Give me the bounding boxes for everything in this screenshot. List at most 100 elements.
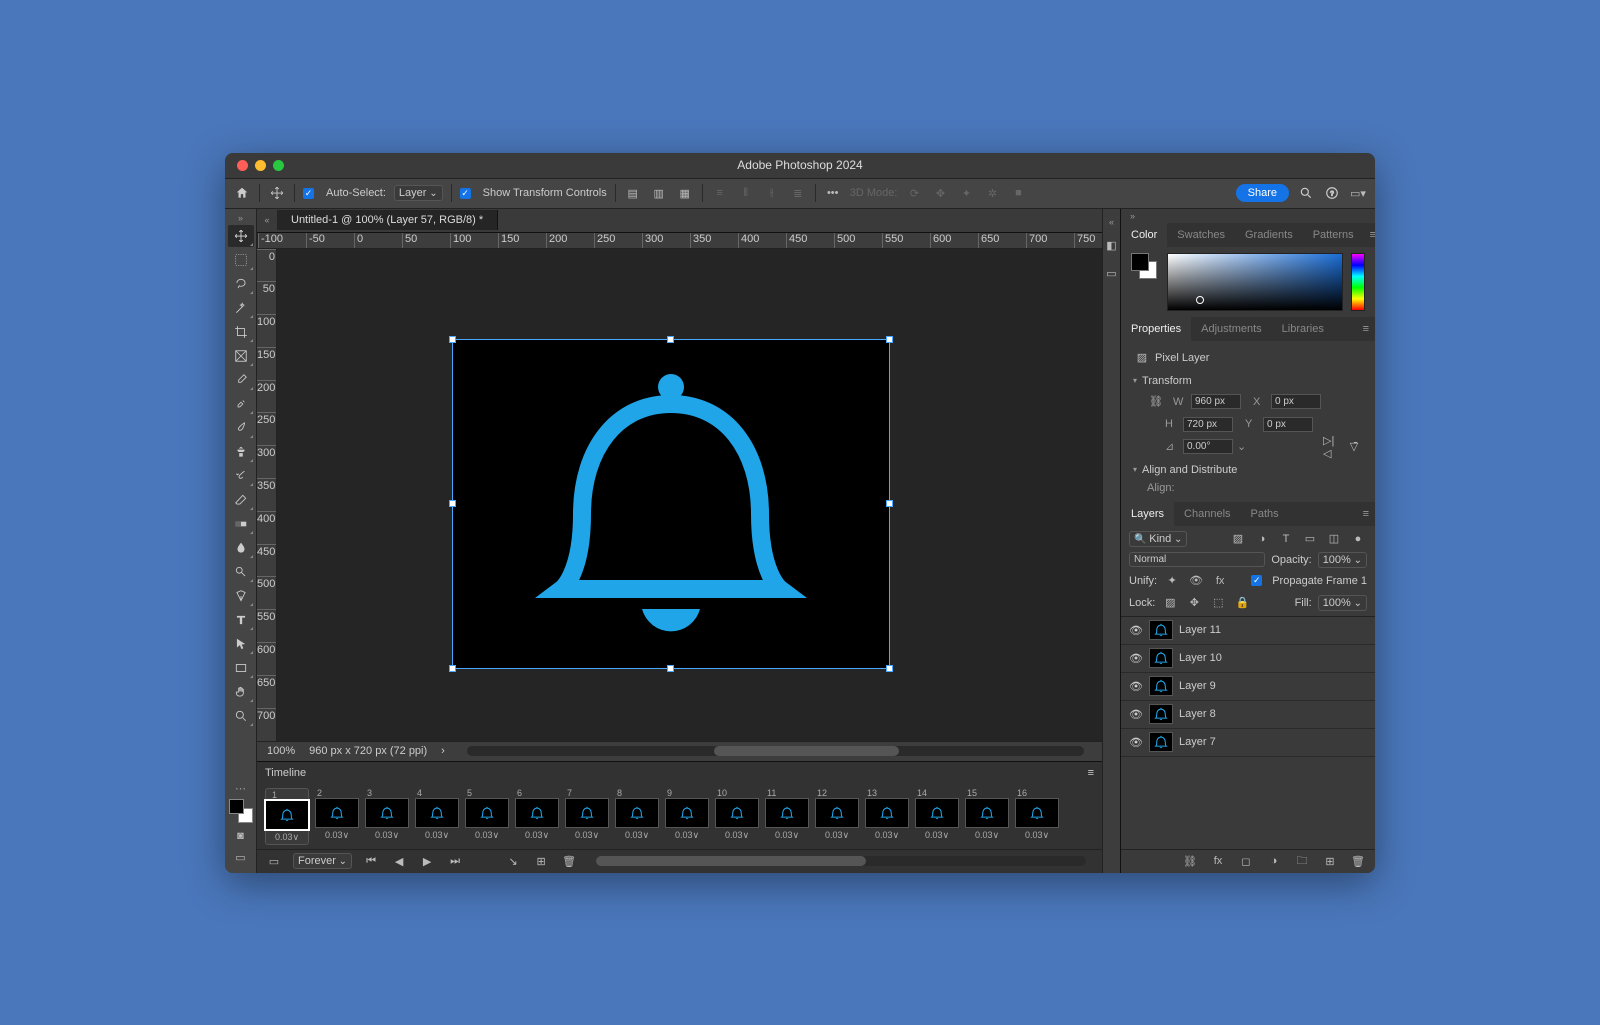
path-selection-tool[interactable] bbox=[228, 633, 254, 655]
play-icon[interactable]: ▶ bbox=[418, 852, 436, 870]
blend-mode-select[interactable]: Normal bbox=[1129, 552, 1265, 567]
distribute-h-icon[interactable]: ⫴ bbox=[737, 184, 755, 202]
propagate-checkbox[interactable] bbox=[1251, 575, 1262, 586]
loop-select[interactable]: Forever ⌄ bbox=[293, 853, 352, 869]
tabbar-collapse-icon[interactable]: « bbox=[257, 215, 277, 225]
status-chevron-icon[interactable]: › bbox=[441, 745, 445, 757]
search-icon[interactable] bbox=[1297, 184, 1315, 202]
tab-properties[interactable]: Properties bbox=[1121, 317, 1191, 341]
move-tool[interactable] bbox=[228, 225, 254, 247]
timeline-frame[interactable]: 90.03∨ bbox=[665, 788, 709, 845]
history-brush-tool[interactable] bbox=[228, 465, 254, 487]
timeline-convert-icon[interactable]: ▭ bbox=[265, 852, 283, 870]
foreground-background-swatch[interactable] bbox=[1131, 253, 1159, 281]
tab-libraries[interactable]: Libraries bbox=[1272, 317, 1334, 341]
brush-tool[interactable] bbox=[228, 417, 254, 439]
timeline-frame[interactable]: 60.03∨ bbox=[515, 788, 559, 845]
zoom-tool[interactable] bbox=[228, 705, 254, 727]
tab-gradients[interactable]: Gradients bbox=[1235, 223, 1303, 247]
unify-position-icon[interactable]: ✦ bbox=[1163, 572, 1181, 590]
color-panel-menu-icon[interactable]: ≡ bbox=[1364, 229, 1375, 241]
timeline-frame[interactable]: 150.03∨ bbox=[965, 788, 1009, 845]
magic-wand-tool[interactable] bbox=[228, 297, 254, 319]
rbar-expand-icon[interactable]: « bbox=[1102, 217, 1122, 227]
dodge-tool[interactable] bbox=[228, 561, 254, 583]
lock-position-icon[interactable]: ✥ bbox=[1185, 594, 1203, 612]
clone-stamp-tool[interactable] bbox=[228, 441, 254, 463]
filter-toggle-icon[interactable]: ● bbox=[1349, 530, 1367, 548]
filter-smart-icon[interactable]: ◫ bbox=[1325, 530, 1343, 548]
align-bottom-icon[interactable]: ≣ bbox=[789, 184, 807, 202]
home-icon[interactable] bbox=[233, 184, 251, 202]
hue-slider[interactable] bbox=[1351, 253, 1365, 311]
vertical-ruler[interactable]: 0501001502002503003504004505005506006507… bbox=[257, 249, 277, 741]
edit-toolbar-icon[interactable]: ⋯ bbox=[235, 782, 246, 795]
visibility-icon[interactable]: 👁 bbox=[1129, 736, 1143, 749]
filter-adjust-icon[interactable]: ◑ bbox=[1253, 530, 1271, 548]
color-swatch-pair[interactable] bbox=[229, 799, 253, 823]
layers-panel-menu-icon[interactable]: ≡ bbox=[1357, 508, 1375, 520]
artboard[interactable] bbox=[452, 339, 890, 669]
fill-input[interactable]: 100% ⌄ bbox=[1318, 595, 1367, 611]
screen-mode-icon[interactable]: ▭ bbox=[232, 849, 250, 867]
visibility-icon[interactable]: 👁 bbox=[1129, 708, 1143, 721]
unify-visibility-icon[interactable]: 👁 bbox=[1187, 572, 1205, 590]
visibility-icon[interactable]: 👁 bbox=[1129, 624, 1143, 637]
lock-pixels-icon[interactable]: ▨ bbox=[1161, 594, 1179, 612]
crop-tool[interactable] bbox=[228, 321, 254, 343]
filter-pixel-icon[interactable]: ▨ bbox=[1229, 530, 1247, 548]
flip-h-icon[interactable]: ▷|◁ bbox=[1323, 438, 1341, 456]
transform-section-header[interactable]: Transform bbox=[1133, 375, 1363, 387]
horizontal-ruler[interactable]: -100-50050100150200250300350400450500550… bbox=[257, 233, 1102, 249]
type-tool[interactable] bbox=[228, 609, 254, 631]
toolbar-collapse-icon[interactable]: » bbox=[231, 213, 251, 223]
new-frame-icon[interactable]: ⊞ bbox=[532, 852, 550, 870]
tab-channels[interactable]: Channels bbox=[1174, 502, 1240, 526]
angle-input[interactable] bbox=[1183, 439, 1233, 454]
height-input[interactable] bbox=[1183, 417, 1233, 432]
tab-swatches[interactable]: Swatches bbox=[1167, 223, 1235, 247]
layer-fx-icon[interactable]: fx bbox=[1209, 852, 1227, 870]
move-tool-icon[interactable] bbox=[268, 184, 286, 202]
timeline-frame[interactable]: 140.03∨ bbox=[915, 788, 959, 845]
marquee-tool[interactable] bbox=[228, 249, 254, 271]
timeline-scrollbar[interactable] bbox=[596, 856, 1086, 866]
timeline-menu-icon[interactable]: ≡ bbox=[1088, 767, 1094, 779]
layer-mask-icon[interactable]: ◻ bbox=[1237, 852, 1255, 870]
tab-color[interactable]: Color bbox=[1121, 223, 1167, 247]
panels-collapse-icon[interactable]: » bbox=[1121, 209, 1141, 223]
pen-tool[interactable] bbox=[228, 585, 254, 607]
lasso-tool[interactable] bbox=[228, 273, 254, 295]
comments-panel-icon[interactable]: ▭ bbox=[1103, 265, 1121, 283]
workspace-icon[interactable]: ▭▾ bbox=[1349, 184, 1367, 202]
gradient-tool[interactable] bbox=[228, 513, 254, 535]
rectangle-tool[interactable] bbox=[228, 657, 254, 679]
y-input[interactable] bbox=[1263, 417, 1313, 432]
align-right-icon[interactable]: ▦ bbox=[676, 184, 694, 202]
healing-brush-tool[interactable] bbox=[228, 393, 254, 415]
timeline-frame[interactable]: 160.03∨ bbox=[1015, 788, 1059, 845]
layer-group-icon[interactable]: 🗀 bbox=[1293, 852, 1311, 870]
share-button[interactable]: Share bbox=[1236, 184, 1289, 202]
blur-tool[interactable] bbox=[228, 537, 254, 559]
timeline-frame[interactable]: 110.03∨ bbox=[765, 788, 809, 845]
delete-layer-icon[interactable]: 🗑 bbox=[1349, 852, 1367, 870]
align-left-icon[interactable]: ▤ bbox=[624, 184, 642, 202]
timeline-frame[interactable]: 120.03∨ bbox=[815, 788, 859, 845]
eyedropper-tool[interactable] bbox=[228, 369, 254, 391]
timeline-frame[interactable]: 30.03∨ bbox=[365, 788, 409, 845]
timeline-frame[interactable]: 20.03∨ bbox=[315, 788, 359, 845]
auto-select-target[interactable]: Layer ⌄ bbox=[394, 185, 443, 201]
lock-all-icon[interactable]: 🔒 bbox=[1233, 594, 1251, 612]
prev-frame-icon[interactable]: ◀ bbox=[390, 852, 408, 870]
layer-filter-kind[interactable]: 🔍 Kind ⌄ bbox=[1129, 531, 1187, 547]
delete-frame-icon[interactable]: 🗑 bbox=[560, 852, 578, 870]
link-layers-icon[interactable]: ⛓ bbox=[1181, 852, 1199, 870]
layer-row[interactable]: 👁Layer 10 bbox=[1121, 645, 1375, 673]
timeline-frame[interactable]: 10.03∨ bbox=[265, 788, 309, 845]
next-frame-icon[interactable]: ⏭ bbox=[446, 852, 464, 870]
color-field[interactable] bbox=[1167, 253, 1343, 311]
tab-paths[interactable]: Paths bbox=[1241, 502, 1289, 526]
document-tab[interactable]: Untitled-1 @ 100% (Layer 57, RGB/8) * bbox=[277, 210, 498, 230]
timeline-frame[interactable]: 100.03∨ bbox=[715, 788, 759, 845]
